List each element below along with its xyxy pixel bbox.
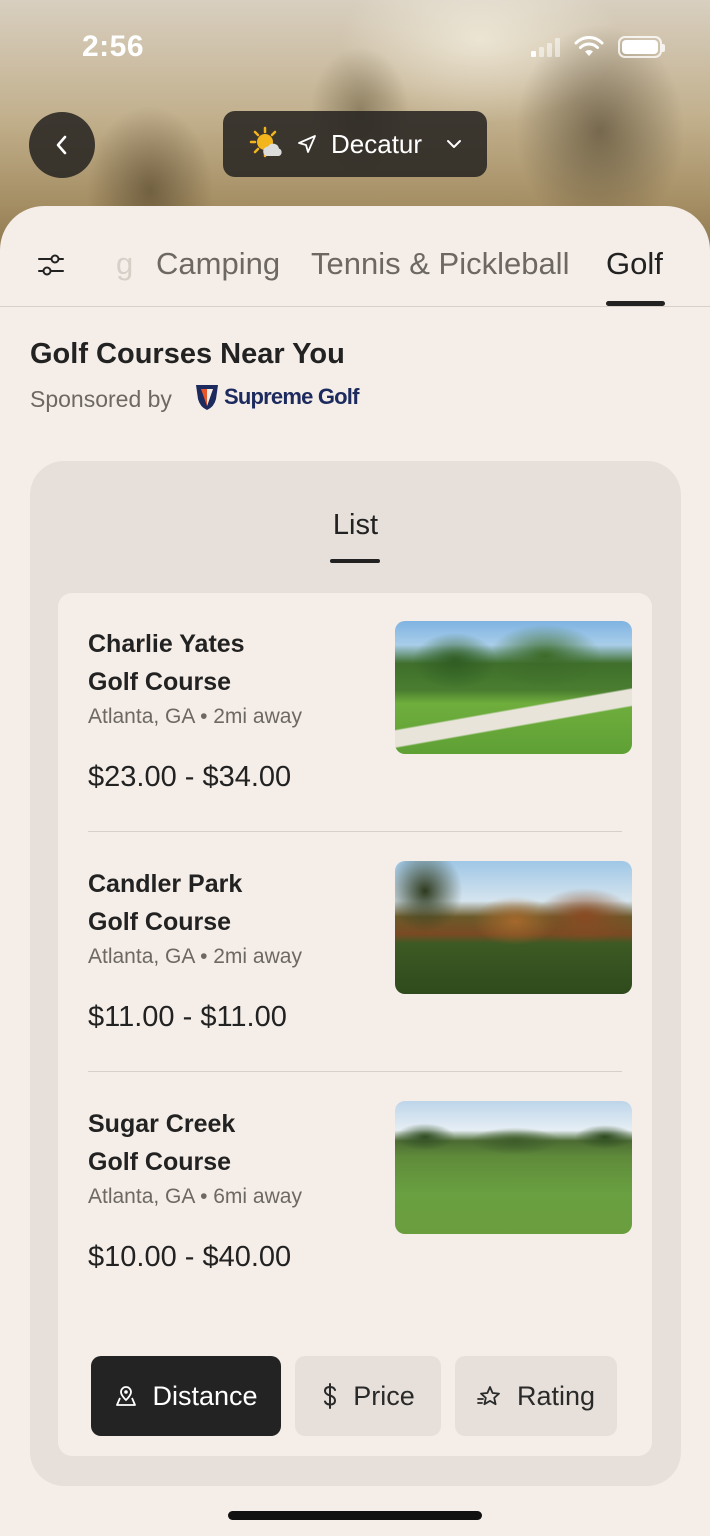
course-item[interactable]: Sugar Creek Golf Course Atlanta, GA • 6mi… <box>88 1101 632 1341</box>
sort-price-button[interactable]: Price <box>295 1356 441 1436</box>
course-price-range: $11.00 - $11.00 <box>88 1001 287 1033</box>
tab-golf[interactable]: Golf <box>606 246 663 282</box>
sort-rating-label: Rating <box>516 1380 596 1411</box>
sort-distance-button[interactable]: Distance <box>91 1356 281 1436</box>
tab-partial[interactable]: g <box>116 246 133 282</box>
partly-sunny-icon <box>249 126 282 158</box>
course-price-range: $23.00 - $34.00 <box>88 761 292 793</box>
course-photo <box>395 861 632 994</box>
supreme-golf-shield-icon <box>196 385 218 410</box>
section-title: Golf Courses Near You <box>30 338 345 370</box>
sort-options: Distance Price Rating <box>91 1356 621 1436</box>
divider <box>88 831 622 832</box>
course-price-range: $10.00 - $40.00 <box>88 1241 292 1273</box>
active-tab-indicator <box>606 301 665 306</box>
location-name: Decatur <box>331 128 423 159</box>
course-name: Candler Park Golf Course <box>88 870 243 936</box>
course-photo <box>395 1101 632 1234</box>
chevron-left-icon <box>56 135 67 155</box>
category-tabs: g Camping Tennis & Pickleball Golf <box>0 206 710 307</box>
star-sort-icon <box>477 1386 500 1406</box>
course-location-distance: Atlanta, GA • 6mi away <box>88 1185 302 1208</box>
navigation-arrow-icon <box>298 135 316 153</box>
divider <box>88 1071 622 1072</box>
filter-sliders-icon[interactable] <box>36 250 66 280</box>
courses-card: List Charlie Yates Golf Course Atlanta, G… <box>30 461 681 1486</box>
tab-camping[interactable]: Camping <box>156 246 280 282</box>
sort-price-label: Price <box>353 1380 415 1411</box>
back-button[interactable] <box>29 112 95 178</box>
course-name: Sugar Creek Golf Course <box>88 1110 236 1176</box>
view-tab-list[interactable]: List <box>30 509 681 542</box>
status-bar: 2:56 <box>0 0 710 96</box>
home-indicator[interactable] <box>228 1511 482 1520</box>
course-location-distance: Atlanta, GA • 2mi away <box>88 945 302 968</box>
dollar-icon <box>324 1383 337 1409</box>
course-location-distance: Atlanta, GA • 2mi away <box>88 705 302 728</box>
tab-tennis-pickleball[interactable]: Tennis & Pickleball <box>311 246 569 282</box>
view-tab-indicator <box>330 559 380 563</box>
sponsor-name: Supreme Golf <box>224 384 359 409</box>
content-sheet: g Camping Tennis & Pickleball Golf Golf … <box>0 206 710 1536</box>
sort-rating-button[interactable]: Rating <box>455 1356 617 1436</box>
sponsor-label: Sponsored by <box>30 386 172 412</box>
battery-icon <box>618 36 665 58</box>
wifi-icon <box>574 36 604 56</box>
sort-distance-label: Distance <box>152 1380 258 1411</box>
status-icons <box>531 36 665 58</box>
chevron-down-icon <box>447 140 462 148</box>
course-name: Charlie Yates Golf Course <box>88 630 245 696</box>
map-pin-icon <box>116 1386 137 1406</box>
course-photo <box>395 621 632 754</box>
location-selector[interactable]: Decatur <box>223 111 487 177</box>
sponsor-logo[interactable]: Supreme Golf <box>194 382 359 412</box>
status-time: 2:56 <box>82 30 145 63</box>
course-item[interactable]: Charlie Yates Golf Course Atlanta, GA • 2… <box>88 621 632 861</box>
cellular-signal-icon <box>531 37 560 57</box>
course-list: Charlie Yates Golf Course Atlanta, GA • 2… <box>58 593 652 1456</box>
course-item[interactable]: Candler Park Golf Course Atlanta, GA • 2m… <box>88 861 632 1101</box>
